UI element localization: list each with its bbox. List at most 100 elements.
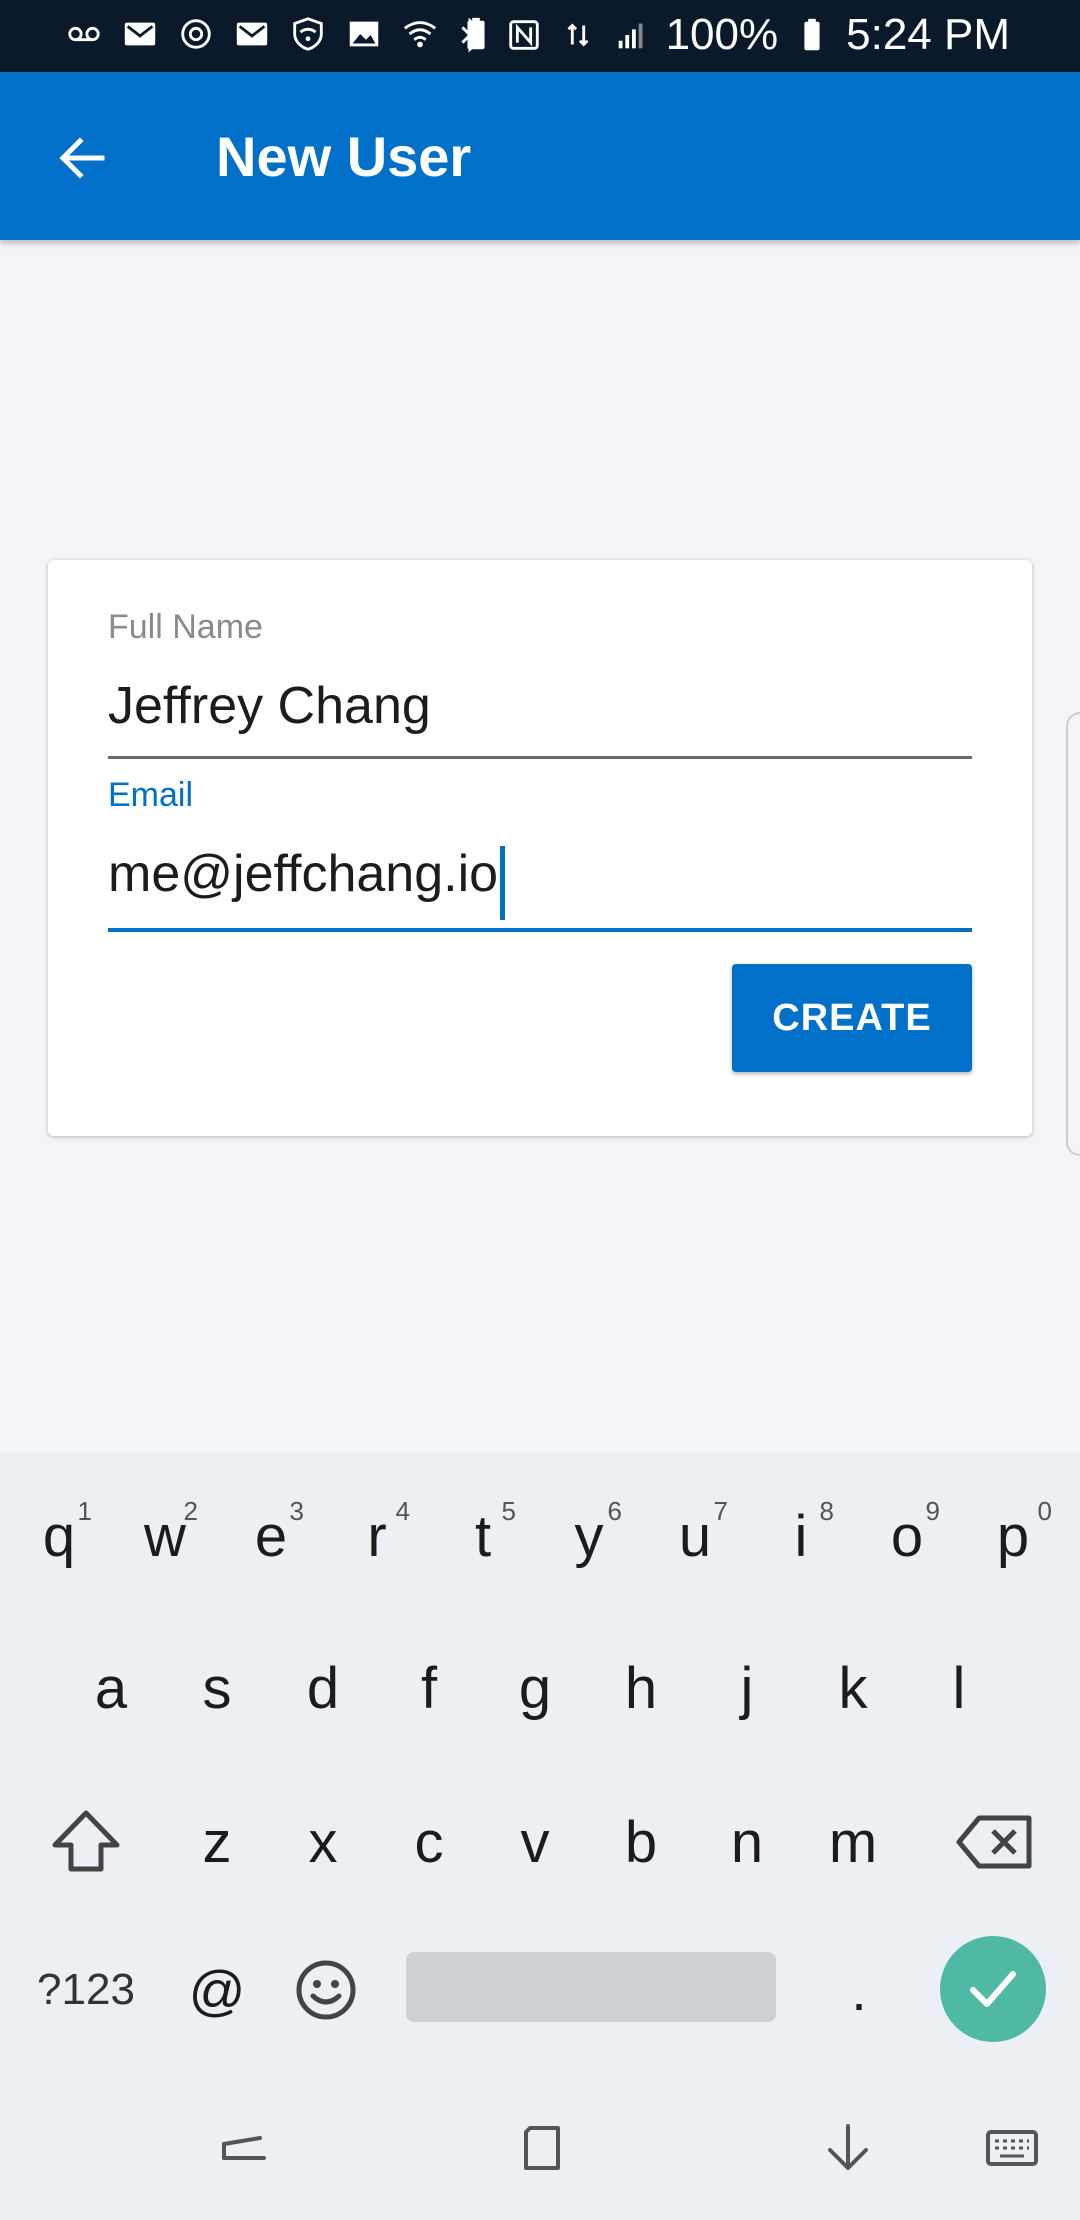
arrow-down-icon <box>828 2124 868 2170</box>
lte-icon <box>558 15 598 55</box>
backspace-icon <box>956 1815 1032 1869</box>
key-n[interactable]: n <box>694 1772 800 1912</box>
key-label: p <box>996 1503 1030 1569</box>
key-j[interactable]: j <box>694 1618 800 1758</box>
wifi-icon <box>400 14 440 54</box>
period-key[interactable]: . <box>806 1920 912 2060</box>
key-label: i <box>794 1503 808 1569</box>
key-hint: 2 <box>183 1496 198 1526</box>
keyboard-row-3: z x c v b n m <box>0 1772 1080 1912</box>
email-value-wrap: me@jeffchang.io <box>108 844 506 920</box>
backspace-key[interactable] <box>940 1772 1050 1912</box>
space-key[interactable] <box>406 1952 776 2022</box>
app-bar: New User <box>0 72 1080 240</box>
key-label: r <box>367 1503 387 1569</box>
image-icon <box>344 14 384 54</box>
key-r[interactable]: r4 <box>324 1466 430 1606</box>
key-e[interactable]: e3 <box>218 1466 324 1606</box>
key-x[interactable]: x <box>270 1772 376 1912</box>
full-name-field[interactable]: Jeffrey Chang <box>108 676 972 759</box>
full-name-value: Jeffrey Chang <box>108 677 431 735</box>
voicemail-icon <box>64 14 104 54</box>
key-hint: 4 <box>395 1496 410 1526</box>
done-key[interactable] <box>940 1936 1046 2042</box>
battery-icon <box>792 15 832 55</box>
key-y[interactable]: y6 <box>536 1466 642 1606</box>
key-label: q <box>42 1503 76 1569</box>
key-l[interactable]: l <box>906 1618 1012 1758</box>
create-button[interactable]: CREATE <box>732 964 972 1072</box>
system-indicators: 100% 5:24 PM <box>450 10 1010 60</box>
shift-icon <box>52 1810 120 1872</box>
key-s[interactable]: s <box>164 1618 270 1758</box>
key-i[interactable]: i8 <box>748 1466 854 1606</box>
key-k[interactable]: k <box>800 1618 906 1758</box>
recents-icon <box>222 2136 266 2160</box>
full-name-label: Full Name <box>108 608 263 646</box>
email-field[interactable]: me@jeffchang.io <box>108 844 972 932</box>
wifi-shield-icon <box>288 14 328 54</box>
symbols-key[interactable]: ?123 <box>20 1920 152 2060</box>
gmail-icon <box>120 14 160 54</box>
signal-icon <box>612 15 652 55</box>
key-c[interactable]: c <box>376 1772 482 1912</box>
email-label: Email <box>108 776 194 814</box>
key-t[interactable]: t5 <box>430 1466 536 1606</box>
email-value: me@jeffchang.io <box>108 845 499 903</box>
key-z[interactable]: z <box>164 1772 270 1912</box>
key-v[interactable]: v <box>482 1772 588 1912</box>
emoji-key[interactable] <box>270 1920 382 2060</box>
key-w[interactable]: w2 <box>112 1466 218 1606</box>
gmail-icon <box>232 14 272 54</box>
key-hint: 0 <box>1037 1496 1052 1526</box>
key-h[interactable]: h <box>588 1618 694 1758</box>
new-user-form-card: Full Name Jeffrey Chang Email me@jeffcha… <box>48 560 1032 1136</box>
keyboard-icon <box>986 2130 1038 2166</box>
key-label: t <box>474 1503 492 1569</box>
key-hint: 9 <box>925 1496 940 1526</box>
clock: 5:24 PM <box>846 10 1010 59</box>
key-a[interactable]: a <box>58 1618 164 1758</box>
key-label: e <box>254 1503 288 1569</box>
keyboard-switch-button[interactable] <box>976 2112 1048 2184</box>
edge-panel-handle[interactable] <box>1066 712 1080 1156</box>
key-o[interactable]: o9 <box>854 1466 960 1606</box>
battery-percent: 100% <box>665 10 779 59</box>
key-label: o <box>890 1503 924 1569</box>
key-b[interactable]: b <box>588 1772 694 1912</box>
key-hint: 7 <box>713 1496 728 1526</box>
key-u[interactable]: u7 <box>642 1466 748 1606</box>
key-g[interactable]: g <box>482 1618 588 1758</box>
key-label: y <box>574 1503 604 1569</box>
key-hint: 1 <box>77 1496 92 1526</box>
key-p[interactable]: p0 <box>960 1466 1066 1606</box>
notification-icons <box>64 14 496 54</box>
arrow-back-icon <box>59 137 105 179</box>
key-hint: 6 <box>607 1496 622 1526</box>
shift-key[interactable] <box>30 1772 142 1912</box>
back-button[interactable] <box>46 122 118 194</box>
key-hint: 5 <box>501 1496 516 1526</box>
key-label: w <box>144 1503 186 1569</box>
recent-apps-button[interactable] <box>208 2112 280 2184</box>
status-bar: 100% 5:24 PM <box>0 0 1080 72</box>
at-key[interactable]: @ <box>164 1920 270 2060</box>
hide-keyboard-button[interactable] <box>812 2112 884 2184</box>
key-d[interactable]: d <box>270 1618 376 1758</box>
key-m[interactable]: m <box>800 1772 906 1912</box>
key-label: u <box>678 1503 712 1569</box>
key-f[interactable]: f <box>376 1618 482 1758</box>
key-q[interactable]: q1 <box>6 1466 112 1606</box>
navigation-bar <box>0 2076 1080 2220</box>
home-icon <box>524 2126 560 2170</box>
text-cursor <box>500 846 506 920</box>
home-button[interactable] <box>508 2112 580 2184</box>
bluetooth-icon <box>450 15 490 55</box>
page-title: New User <box>216 125 472 188</box>
key-hint: 3 <box>289 1496 304 1526</box>
smiley-icon <box>296 1960 356 2020</box>
keyboard-row-2: a s d f g h j k l <box>0 1618 1080 1758</box>
nfc-icon <box>504 15 544 55</box>
key-hint: 8 <box>819 1496 834 1526</box>
checkmark-icon <box>970 1971 1016 2007</box>
